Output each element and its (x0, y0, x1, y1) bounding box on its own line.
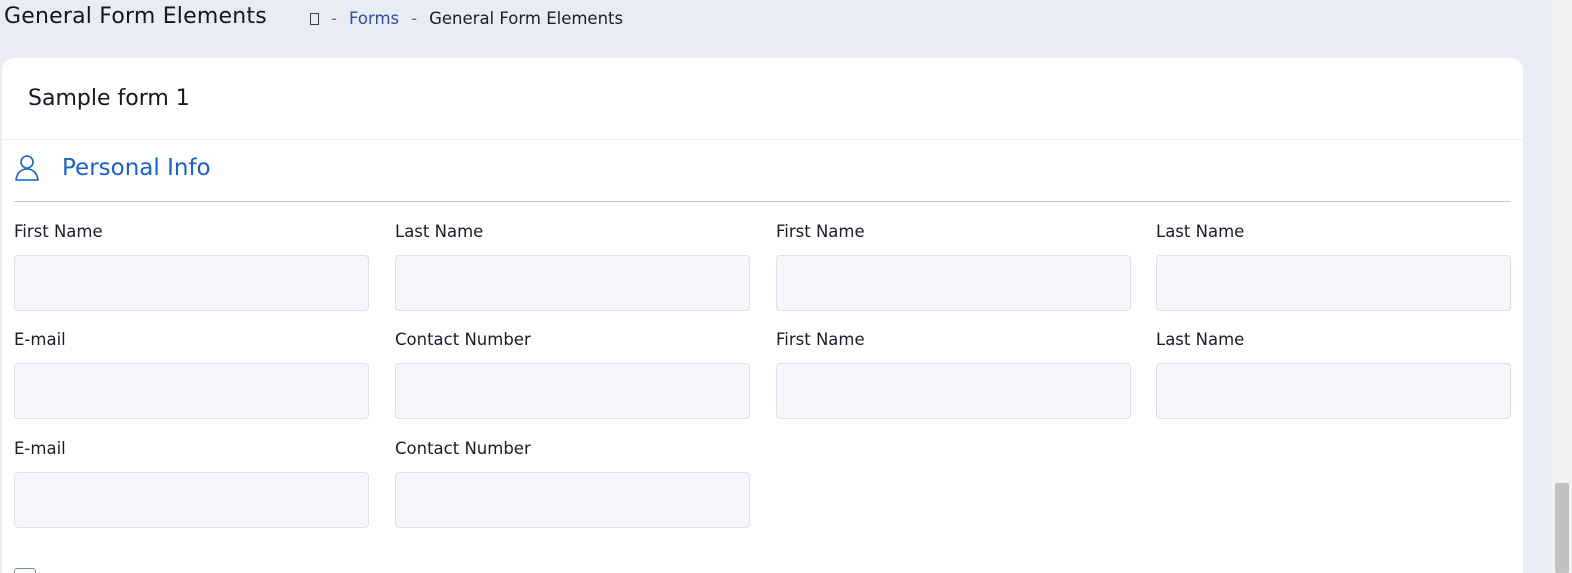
breadcrumb-current: General Form Elements (429, 9, 624, 28)
field-last-name-3: Last Name (1156, 330, 1511, 419)
section-header-personal-info: Personal Info (14, 150, 1511, 186)
field-first-name-1: First Name (14, 222, 369, 311)
page-title: General Form Elements (4, 4, 267, 29)
field-label: E-mail (14, 439, 66, 458)
field-label: First Name (776, 222, 865, 241)
person-icon (15, 155, 39, 181)
field-label: E-mail (14, 330, 66, 349)
last-name-input[interactable] (395, 255, 750, 311)
first-name-input[interactable] (776, 363, 1131, 419)
first-name-input[interactable] (776, 255, 1131, 311)
first-name-input[interactable] (14, 255, 369, 311)
contact-number-input[interactable] (395, 363, 750, 419)
field-contact-number-2: Contact Number (395, 439, 750, 528)
field-label: Last Name (1156, 222, 1245, 241)
field-label: Contact Number (395, 330, 531, 349)
home-icon[interactable] (310, 13, 319, 25)
field-email-1: E-mail (14, 330, 369, 419)
breadcrumb-separator: - (331, 9, 337, 28)
page-header: General Form Elements - Forms - General … (0, 0, 1552, 42)
field-label: First Name (776, 330, 865, 349)
card-header: Sample form 1 (2, 58, 1523, 140)
card-title: Sample form 1 (28, 86, 190, 111)
field-label: Contact Number (395, 439, 531, 458)
scrollbar-thumb[interactable] (1555, 483, 1569, 573)
last-name-input[interactable] (1156, 363, 1511, 419)
email-input[interactable] (14, 472, 369, 528)
field-first-name-2: First Name (776, 222, 1131, 311)
form-card: Sample form 1 Personal Info First Name L… (2, 58, 1523, 573)
page-scrollbar[interactable] (1552, 0, 1572, 573)
contact-number-input[interactable] (395, 472, 750, 528)
checkbox[interactable] (14, 568, 36, 573)
field-contact-number-1: Contact Number (395, 330, 750, 419)
field-first-name-3: First Name (776, 330, 1131, 419)
field-label: Last Name (395, 222, 484, 241)
section-title: Personal Info (62, 155, 211, 181)
field-email-2: E-mail (14, 439, 369, 528)
field-label: Last Name (1156, 330, 1245, 349)
field-last-name-2: Last Name (1156, 222, 1511, 311)
breadcrumb-forms-link[interactable]: Forms (349, 9, 399, 28)
section-divider (14, 201, 1511, 202)
last-name-input[interactable] (1156, 255, 1511, 311)
breadcrumb-separator: - (411, 9, 418, 28)
field-last-name-1: Last Name (395, 222, 750, 311)
field-label: First Name (14, 222, 103, 241)
email-input[interactable] (14, 363, 369, 419)
breadcrumb: - Forms - General Form Elements (310, 9, 623, 28)
